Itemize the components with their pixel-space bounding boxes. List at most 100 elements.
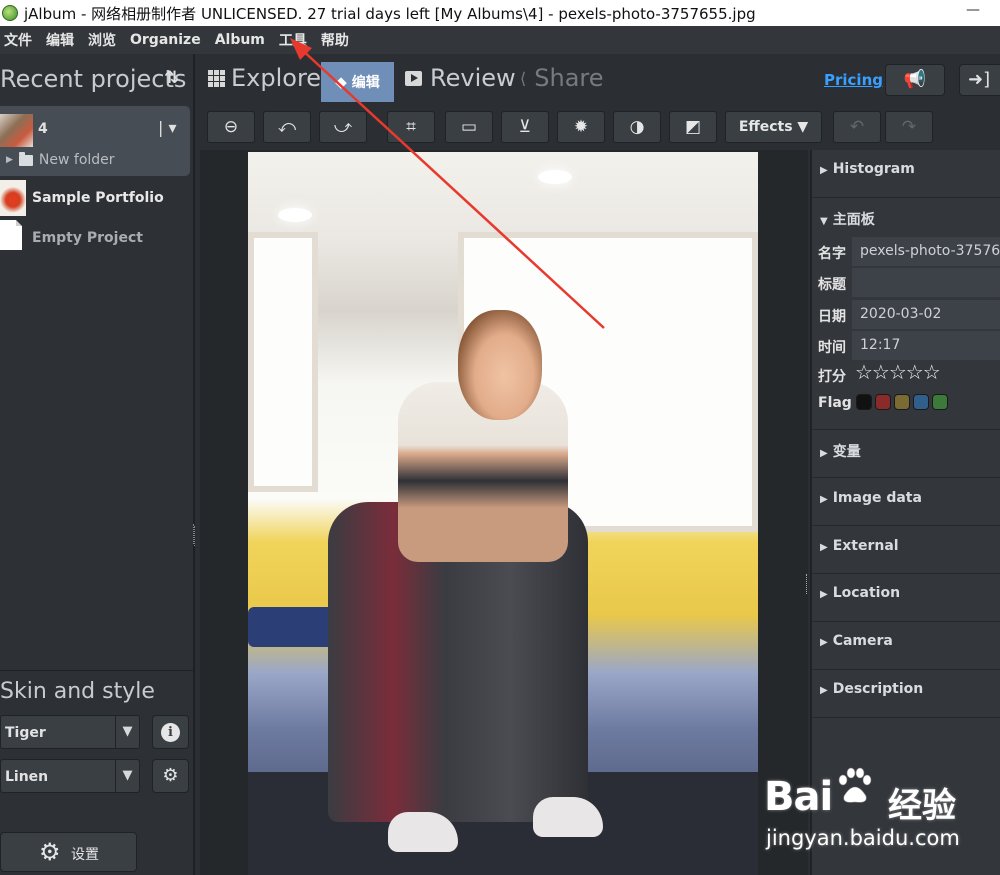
- style-select[interactable]: Linen ▼: [0, 759, 140, 793]
- project-label: Sample Portfolio: [32, 190, 164, 206]
- skin-info-button[interactable]: i: [152, 715, 189, 749]
- photo-detail: [458, 310, 542, 420]
- section-variables[interactable]: ▶ 变量: [812, 430, 1000, 478]
- date-label: 日期: [818, 309, 846, 325]
- news-button[interactable]: 📢: [885, 64, 945, 96]
- chevron-down-icon[interactable]: ▼: [115, 716, 139, 748]
- resize-handle-right[interactable]: [806, 574, 809, 594]
- caret-right-icon: ▶: [820, 448, 828, 459]
- pricing-link[interactable]: Pricing: [824, 71, 883, 89]
- redo-icon: ↷: [901, 117, 917, 137]
- brightness-button[interactable]: ✹: [557, 111, 605, 143]
- tab-share[interactable]: ⟨ Share: [520, 54, 604, 102]
- menu-album[interactable]: Album: [211, 32, 273, 48]
- name-field[interactable]: pexels-photo-3757655: [852, 237, 1000, 266]
- section-title: ▶ External: [820, 538, 899, 554]
- straighten-icon: ▭: [460, 117, 478, 137]
- contrast-icon: ◑: [629, 117, 645, 137]
- rotate-right-button[interactable]: ⤻: [319, 111, 367, 143]
- section-image-data[interactable]: ▶ Image data: [812, 478, 1000, 526]
- section-title[interactable]: ▼ 主面板: [820, 209, 875, 229]
- chevron-down-icon[interactable]: ▼: [115, 760, 139, 792]
- grid-icon: [208, 69, 225, 87]
- expand-arrow-icon[interactable]: ▶: [6, 155, 13, 165]
- edit-toolbar: ⊖ ⤺ ⤻ ⌗ ▭ ⊻ ✹ ◑ ◩ Effects ▼ ↶: [200, 106, 881, 150]
- contrast-button[interactable]: ◑: [613, 111, 661, 143]
- project-item-4[interactable]: 4 | ▾ ▶ New folder: [0, 106, 190, 176]
- undo-button[interactable]: ↶: [833, 111, 881, 143]
- watermark-brand: Bai: [764, 774, 833, 820]
- minimize-button[interactable]: —: [966, 2, 980, 18]
- undo-icon: ↶: [849, 117, 865, 137]
- section-title: ▶ Camera: [820, 633, 893, 649]
- window-titlebar: jAlbum - 网络相册制作者 UNLICENSED. 27 trial da…: [0, 0, 1000, 26]
- sign-in-button[interactable]: ➜]: [959, 64, 1000, 96]
- section-camera[interactable]: ▶ Camera: [812, 622, 1000, 670]
- folder-item-new-folder[interactable]: ▶ New folder: [6, 151, 115, 168]
- tab-edit[interactable]: ◆ 编辑: [321, 62, 394, 102]
- skin-select[interactable]: Tiger ▼: [0, 715, 140, 749]
- rating-stars[interactable]: ☆☆☆☆☆: [855, 360, 941, 384]
- tab-share-label: Share: [534, 64, 604, 92]
- flag-swatch[interactable]: [894, 394, 910, 410]
- exposure-button[interactable]: ◩: [669, 111, 717, 143]
- menu-organize[interactable]: Organize: [126, 32, 209, 48]
- flag-swatch[interactable]: [875, 394, 891, 410]
- straighten-button[interactable]: ▭: [445, 111, 493, 143]
- menu-edit[interactable]: 编辑: [42, 30, 82, 50]
- rating-label: 打分: [818, 369, 846, 385]
- sign-in-icon: ➜]: [968, 69, 991, 90]
- menubar: 文件 编辑 浏览 Organize Album 工具 帮助: [0, 26, 1000, 54]
- photo-detail: [248, 232, 318, 492]
- caret-right-icon: ▶: [820, 494, 828, 505]
- name-label: 名字: [818, 246, 846, 262]
- section-external[interactable]: ▶ External: [812, 526, 1000, 574]
- flag-swatch[interactable]: [913, 394, 929, 410]
- section-title: ▶ Location: [820, 585, 901, 601]
- level-button[interactable]: ⊻: [501, 111, 549, 143]
- style-settings-button[interactable]: ⚙: [152, 759, 189, 793]
- effects-dropdown[interactable]: Effects ▼: [725, 111, 822, 143]
- menu-tools[interactable]: 工具: [275, 30, 315, 50]
- tab-review[interactable]: Review: [405, 54, 516, 102]
- photo-detail: [278, 208, 312, 222]
- project-item-empty-project[interactable]: Empty Project: [0, 220, 190, 256]
- time-field[interactable]: 12:17: [852, 331, 1000, 360]
- section-description[interactable]: ▶ Description: [812, 670, 1000, 718]
- sort-icon[interactable]: ⇅: [165, 68, 179, 88]
- date-field[interactable]: 2020-03-02: [852, 300, 1000, 329]
- menu-browse[interactable]: 浏览: [84, 30, 124, 50]
- caret-down-icon: ▼: [820, 216, 828, 227]
- rotate-left-button[interactable]: ⤺: [263, 111, 311, 143]
- flag-picker: [856, 394, 951, 410]
- zoom-out-button[interactable]: ⊖: [207, 111, 255, 143]
- menu-help[interactable]: 帮助: [317, 30, 357, 50]
- title-label: 标题: [818, 277, 846, 293]
- folder-icon: [18, 151, 33, 166]
- section-location[interactable]: ▶ Location: [812, 574, 1000, 622]
- minus-circle-icon: ⊖: [223, 117, 239, 137]
- resize-handle-left[interactable]: [194, 526, 197, 546]
- menu-file[interactable]: 文件: [0, 30, 40, 50]
- photo-preview[interactable]: [248, 152, 758, 875]
- flag-swatch[interactable]: [856, 394, 872, 410]
- project-item-sample-portfolio[interactable]: Sample Portfolio: [0, 180, 190, 216]
- rotate-right-icon: ⤻: [333, 117, 353, 137]
- project-label: 4: [38, 121, 48, 137]
- paw-icon: [838, 767, 872, 803]
- settings-button[interactable]: ⚙ 设置: [0, 832, 137, 872]
- project-menu-chevron-down-icon[interactable]: | ▾: [158, 118, 177, 137]
- skin-style-title: Skin and style: [0, 679, 155, 704]
- tab-explore[interactable]: Explore: [208, 54, 321, 102]
- section-main-panel: ▼主面板 名字 pexels-photo-3757655 标题 日期 2020-…: [812, 198, 1000, 430]
- title-field[interactable]: [852, 268, 1000, 297]
- crop-button[interactable]: ⌗: [387, 111, 435, 143]
- window-title: jAlbum - 网络相册制作者 UNLICENSED. 27 trial da…: [24, 4, 756, 23]
- project-thumbnail: [0, 180, 26, 216]
- redo-button[interactable]: ↷: [885, 111, 933, 143]
- section-histogram[interactable]: ▶ Histogram: [812, 150, 1000, 198]
- flag-swatch[interactable]: [932, 394, 948, 410]
- exposure-icon: ◩: [684, 117, 702, 137]
- jalbum-logo-icon: [2, 5, 18, 21]
- image-canvas[interactable]: [194, 150, 809, 875]
